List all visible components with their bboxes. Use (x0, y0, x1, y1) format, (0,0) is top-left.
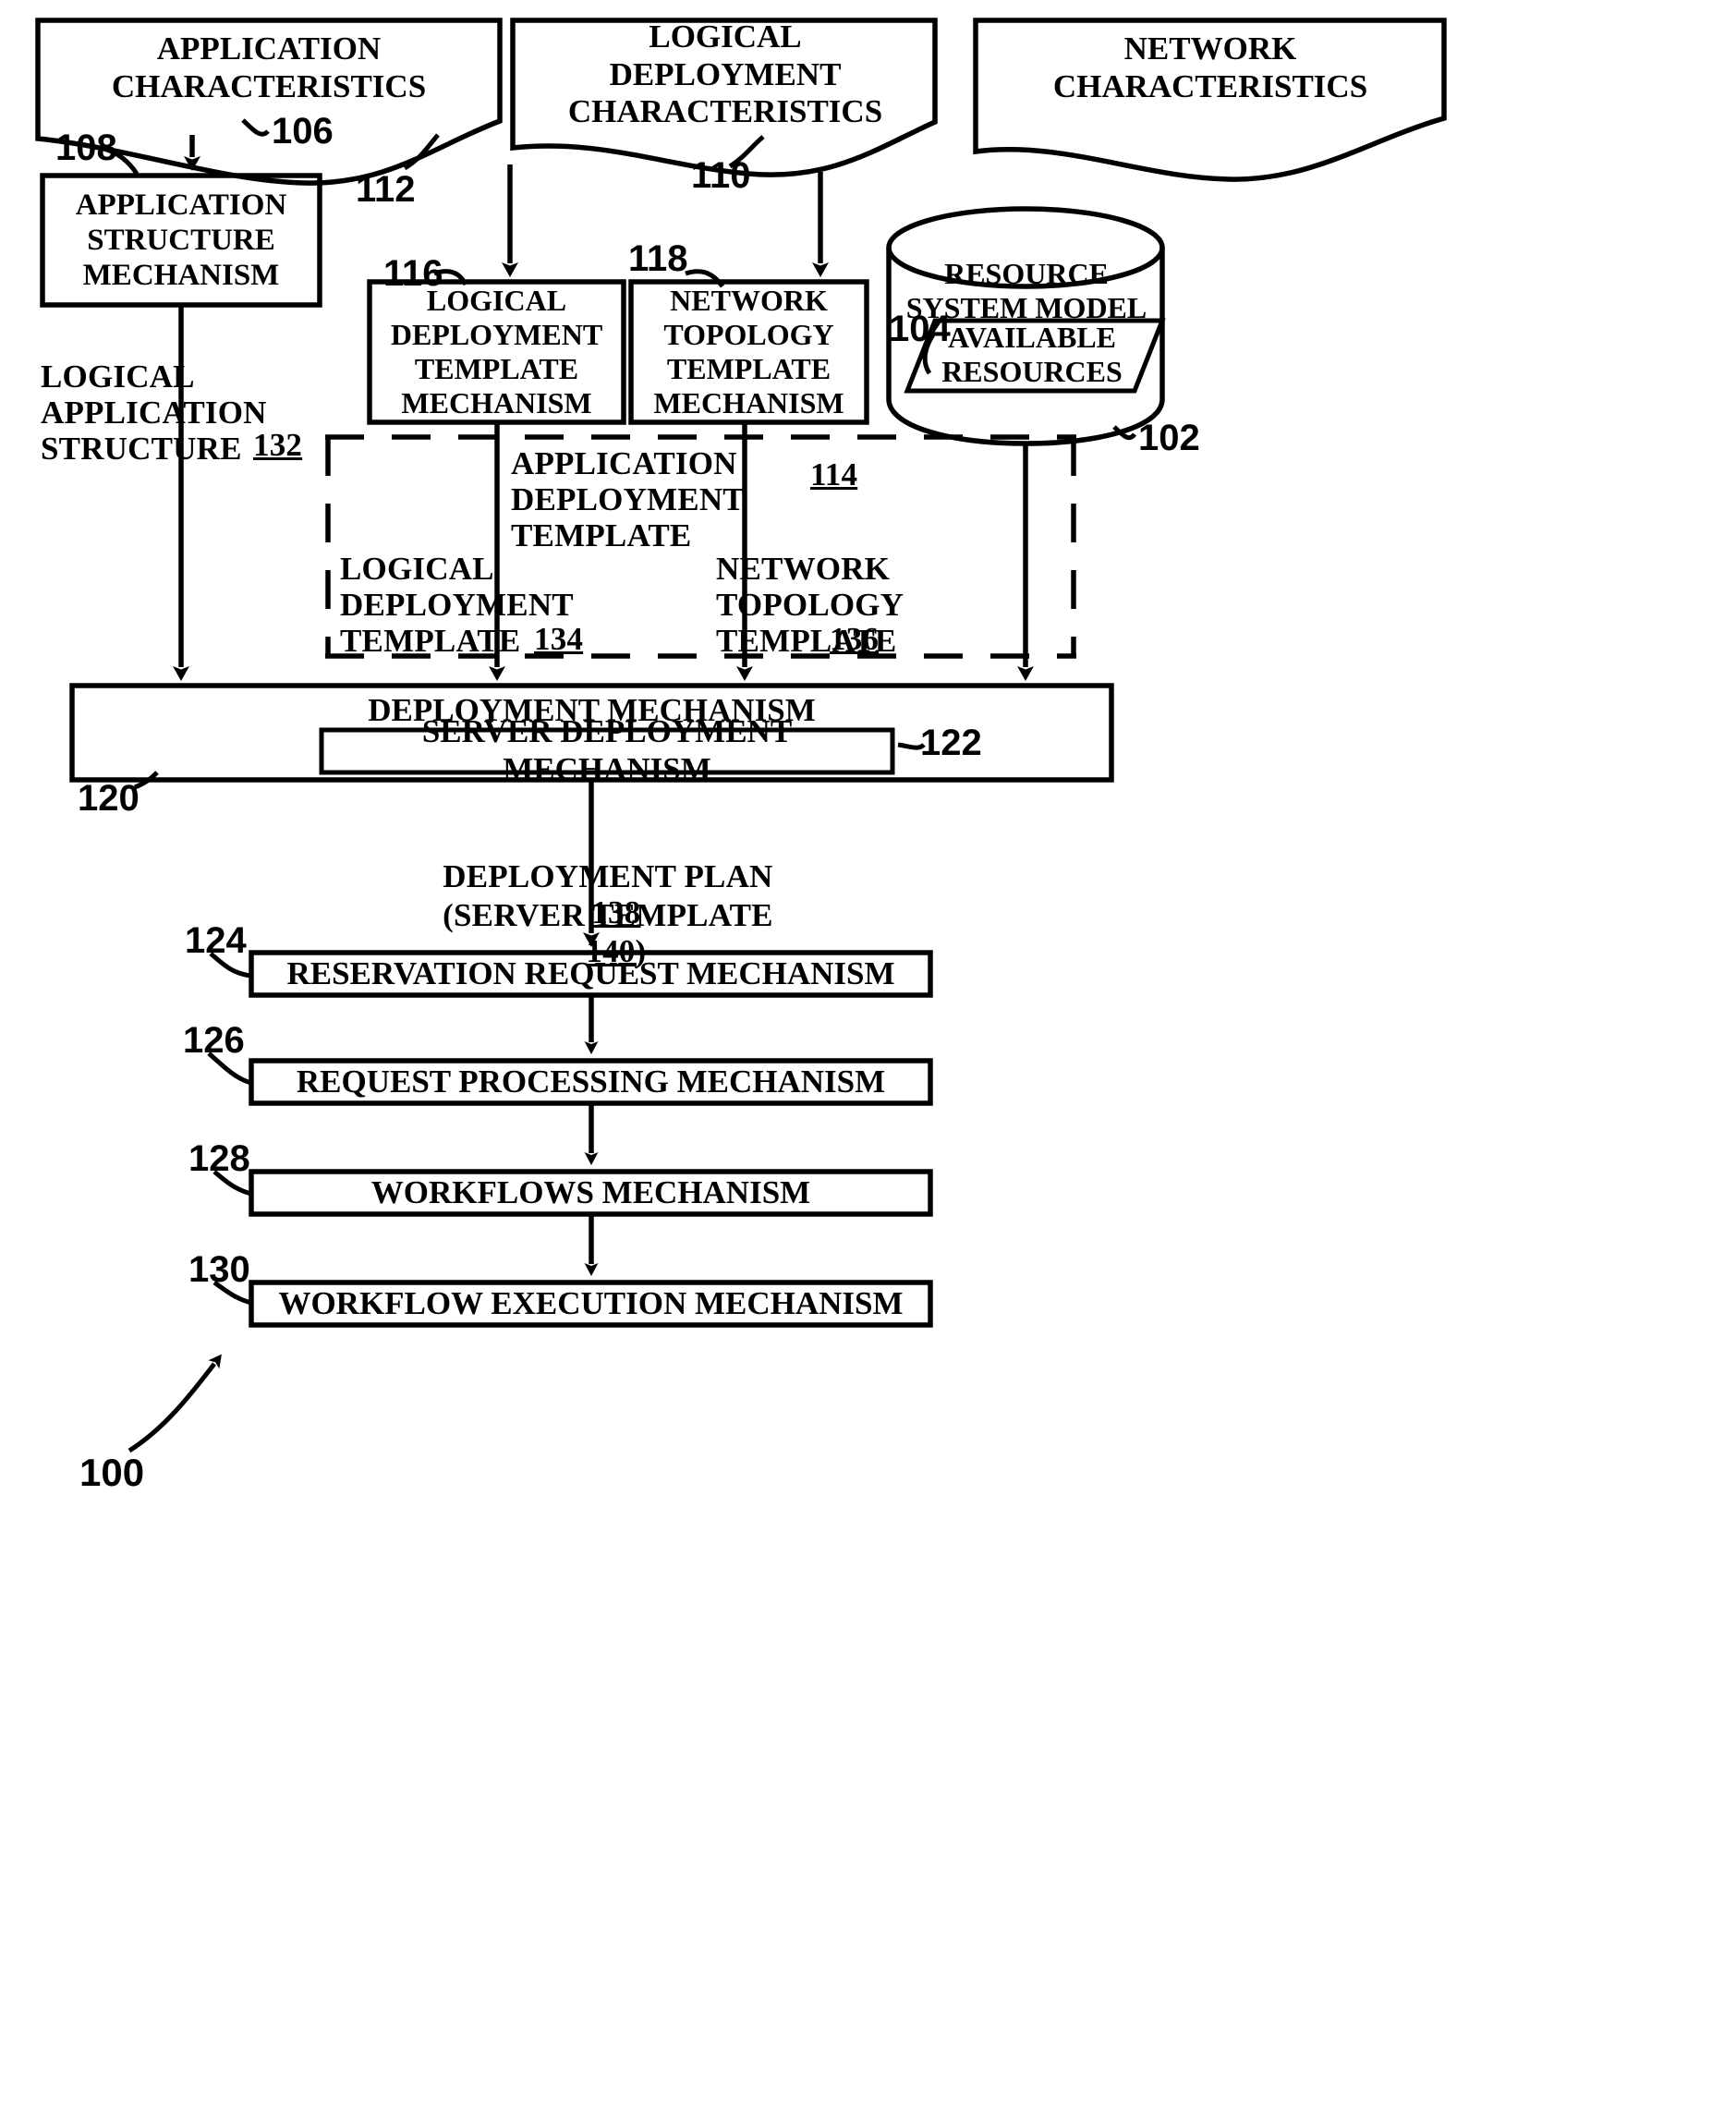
doc-label-logical-deployment-characteristics: LOGICAL DEPLOYMENT CHARACTERISTICS (567, 18, 883, 130)
label-workflow-execution-mechanism: WORKFLOW EXECUTION MECHANISM (278, 1284, 904, 1321)
flow-label-application-deployment-template: APPLICATION DEPLOYMENT TEMPLATE (511, 445, 745, 554)
patent-figure-canvas: APPLICATION CHARACTERISTICS LOGICAL DEPLOY… (0, 0, 1736, 2127)
ref-114: 114 (810, 456, 858, 492)
ref-130: 130 (188, 1249, 250, 1290)
label-application-structure-mechanism: APPLICATION STRUCTURE MECHANISM (75, 188, 287, 293)
label-network-topology-template-mechanism: NETWORK TOPOLOGY TEMPLATE MECHANISM (653, 283, 844, 420)
label-available-resources: AVAILABLE RESOURCES (941, 320, 1123, 388)
ref-126: 126 (183, 1020, 245, 1061)
ref-124: 124 (185, 920, 247, 961)
label-reservation-request-mechanism: RESERVATION REQUEST MECHANISM (286, 954, 895, 991)
ref-132: 132 (253, 427, 303, 463)
doc-label-network-characteristics: NETWORK CHARACTERISTICS (1052, 30, 1368, 104)
ref-102: 102 (1138, 418, 1200, 458)
leader-106 (241, 118, 270, 137)
leader-112 (403, 133, 440, 171)
ref-134: 134 (534, 621, 584, 657)
label-request-processing-mechanism: REQUEST PROCESSING MECHANISM (296, 1063, 886, 1100)
leader-102 (1112, 425, 1136, 441)
ref-108: 108 (55, 128, 117, 168)
ref-118: 118 (628, 238, 688, 279)
ref-120: 120 (78, 778, 140, 819)
ref-100: 100 (79, 1451, 145, 1494)
label-logical-deployment-template-mechanism: LOGICAL DEPLOYMENT TEMPLATE MECHANISM (390, 283, 603, 420)
leader-100-arrow (127, 1354, 222, 1453)
ref-110: 110 (691, 155, 751, 196)
ref-136: 136 (830, 621, 880, 657)
label-workflows-mechanism: WORKFLOWS MECHANISM (370, 1173, 811, 1210)
ref-106: 106 (272, 111, 334, 152)
server-template-text: (SERVER TEMPLATE (443, 897, 773, 934)
doc-label-application-characteristics: APPLICATION CHARACTERISTICS (111, 30, 427, 104)
ref-104-visible: 104 (889, 309, 951, 349)
ref-128: 128 (188, 1138, 250, 1179)
label-server-deployment-mechanism: SERVER DEPLOYMENT MECHANISM (421, 713, 793, 787)
ref-122: 122 (920, 723, 982, 763)
ref-112: 112 (356, 169, 416, 210)
